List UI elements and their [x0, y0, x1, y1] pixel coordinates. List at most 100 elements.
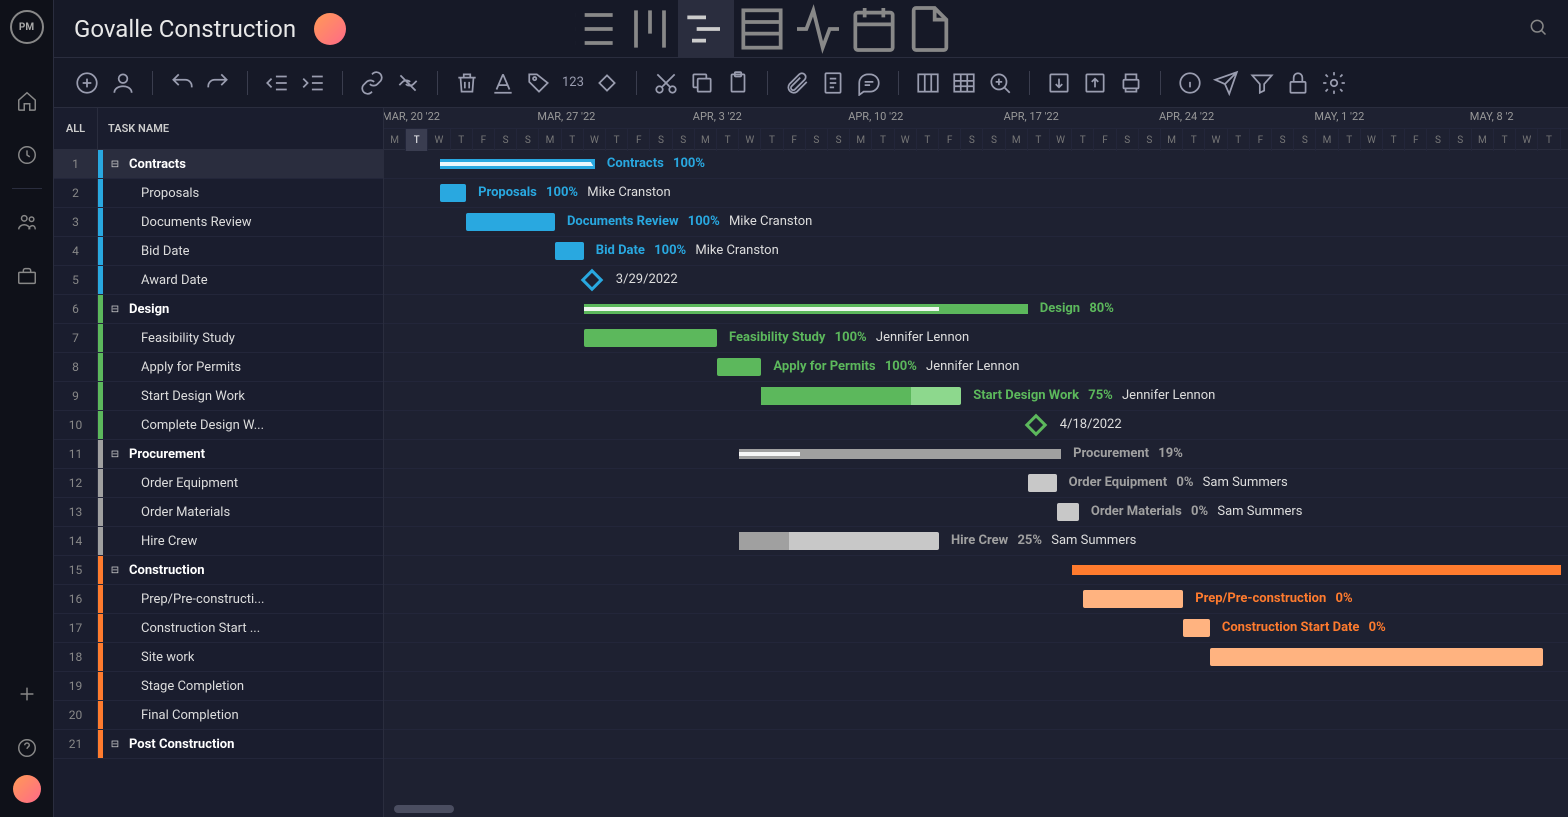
gantt-task-bar[interactable]	[1028, 474, 1057, 492]
gantt-task-bar[interactable]	[555, 242, 584, 260]
task-row[interactable]: 1 ⊟ Contracts	[54, 150, 383, 179]
gantt-row[interactable]: Prep/Pre-construction 0%	[384, 585, 1568, 614]
task-row[interactable]: 13 Order Materials	[54, 498, 383, 527]
collapse-icon[interactable]: ⊟	[107, 449, 123, 460]
gantt-task-bar[interactable]	[466, 213, 555, 231]
gantt-task-bar[interactable]	[440, 184, 467, 202]
task-row[interactable]: 17 Construction Start ...	[54, 614, 383, 643]
view-board-icon[interactable]	[622, 0, 678, 58]
gantt-milestone[interactable]	[1024, 414, 1047, 437]
export-button[interactable]	[1082, 70, 1108, 96]
gantt-row[interactable]: Hire Crew 25% Sam Summers	[384, 527, 1568, 556]
task-row[interactable]: 3 Documents Review	[54, 208, 383, 237]
link-button[interactable]	[359, 70, 385, 96]
filter-button[interactable]	[1249, 70, 1275, 96]
unlink-button[interactable]	[395, 70, 421, 96]
gantt-task-bar[interactable]	[1057, 503, 1079, 521]
assign-button[interactable]	[110, 70, 136, 96]
add-task-button[interactable]	[74, 70, 100, 96]
help-icon[interactable]	[16, 737, 38, 759]
gantt-row[interactable]: Construction Start Date 0%	[384, 614, 1568, 643]
gantt-row[interactable]: Order Materials 0% Sam Summers	[384, 498, 1568, 527]
zoom-button[interactable]	[987, 70, 1013, 96]
view-file-icon[interactable]	[902, 0, 958, 58]
gantt-task-bar[interactable]	[1183, 619, 1210, 637]
col-header-name[interactable]: TASK NAME	[98, 108, 383, 149]
gantt-row[interactable]	[384, 730, 1568, 759]
gantt-row[interactable]: Documents Review 100% Mike Cranston	[384, 208, 1568, 237]
briefcase-icon[interactable]	[16, 265, 38, 287]
view-list-icon[interactable]	[566, 0, 622, 58]
tag-button[interactable]	[526, 70, 552, 96]
redo-button[interactable]	[205, 70, 231, 96]
gantt-task-bar[interactable]	[717, 358, 761, 376]
gantt-row[interactable]	[384, 556, 1568, 585]
cut-button[interactable]	[653, 70, 679, 96]
milestone-button[interactable]	[594, 70, 620, 96]
gantt-task-bar[interactable]	[584, 329, 717, 347]
gantt-row[interactable]: Contracts 100%	[384, 150, 1568, 179]
gantt-group-bar[interactable]	[584, 304, 1028, 314]
gantt-milestone[interactable]	[580, 269, 603, 292]
project-avatar[interactable]	[314, 13, 346, 45]
gantt-row[interactable]: Feasibility Study 100% Jennifer Lennon	[384, 324, 1568, 353]
columns-button[interactable]	[915, 70, 941, 96]
delete-button[interactable]	[454, 70, 480, 96]
number-format-button[interactable]: 123	[562, 75, 584, 90]
gantt-row[interactable]: Procurement 19%	[384, 440, 1568, 469]
gantt-row[interactable]	[384, 701, 1568, 730]
copy-button[interactable]	[689, 70, 715, 96]
gantt-row[interactable]	[384, 643, 1568, 672]
outdent-button[interactable]	[264, 70, 290, 96]
gantt-chart[interactable]: MAR, 20 '22MAR, 27 '22APR, 3 '22APR, 10 …	[384, 108, 1568, 817]
gantt-task-bar[interactable]	[1210, 648, 1543, 666]
gantt-row[interactable]: 4/18/2022	[384, 411, 1568, 440]
task-row[interactable]: 19 Stage Completion	[54, 672, 383, 701]
horizontal-scrollbar[interactable]	[394, 805, 454, 813]
col-header-all[interactable]: ALL	[54, 108, 98, 149]
gantt-row[interactable]: Order Equipment 0% Sam Summers	[384, 469, 1568, 498]
people-icon[interactable]	[16, 211, 38, 233]
collapse-icon[interactable]: ⊟	[107, 159, 123, 170]
collapse-icon[interactable]: ⊟	[107, 565, 123, 576]
gantt-task-bar[interactable]	[1083, 590, 1183, 608]
gantt-row[interactable]: Apply for Permits 100% Jennifer Lennon	[384, 353, 1568, 382]
gantt-row[interactable]: Start Design Work 75% Jennifer Lennon	[384, 382, 1568, 411]
task-row[interactable]: 7 Feasibility Study	[54, 324, 383, 353]
collapse-icon[interactable]: ⊟	[107, 739, 123, 750]
collapse-icon[interactable]: ⊟	[107, 304, 123, 315]
gantt-row[interactable]: Proposals 100% Mike Cranston	[384, 179, 1568, 208]
task-row[interactable]: 14 Hire Crew	[54, 527, 383, 556]
info-button[interactable]	[1177, 70, 1203, 96]
indent-button[interactable]	[300, 70, 326, 96]
task-row[interactable]: 11 ⊟ Procurement	[54, 440, 383, 469]
task-row[interactable]: 18 Site work	[54, 643, 383, 672]
print-button[interactable]	[1118, 70, 1144, 96]
gantt-row[interactable]: Bid Date 100% Mike Cranston	[384, 237, 1568, 266]
paste-button[interactable]	[725, 70, 751, 96]
lock-button[interactable]	[1285, 70, 1311, 96]
add-icon[interactable]	[16, 683, 38, 705]
task-row[interactable]: 21 ⊟ Post Construction	[54, 730, 383, 759]
attach-button[interactable]	[784, 70, 810, 96]
clock-icon[interactable]	[16, 144, 38, 166]
settings-button[interactable]	[1321, 70, 1347, 96]
gantt-row[interactable]: 3/29/2022	[384, 266, 1568, 295]
view-activity-icon[interactable]	[790, 0, 846, 58]
gantt-group-bar[interactable]	[1072, 565, 1560, 575]
search-icon[interactable]	[1528, 17, 1548, 41]
task-row[interactable]: 2 Proposals	[54, 179, 383, 208]
gantt-task-bar[interactable]	[739, 532, 939, 550]
user-avatar-icon[interactable]	[13, 775, 41, 803]
task-row[interactable]: 15 ⊟ Construction	[54, 556, 383, 585]
task-row[interactable]: 5 Award Date	[54, 266, 383, 295]
home-icon[interactable]	[16, 90, 38, 112]
note-button[interactable]	[820, 70, 846, 96]
task-row[interactable]: 10 Complete Design W...	[54, 411, 383, 440]
undo-button[interactable]	[169, 70, 195, 96]
task-row[interactable]: 9 Start Design Work	[54, 382, 383, 411]
logo-icon[interactable]: PM	[10, 10, 44, 44]
view-calendar-icon[interactable]	[846, 0, 902, 58]
gantt-group-bar[interactable]	[440, 159, 595, 169]
gantt-task-bar[interactable]	[761, 387, 961, 405]
